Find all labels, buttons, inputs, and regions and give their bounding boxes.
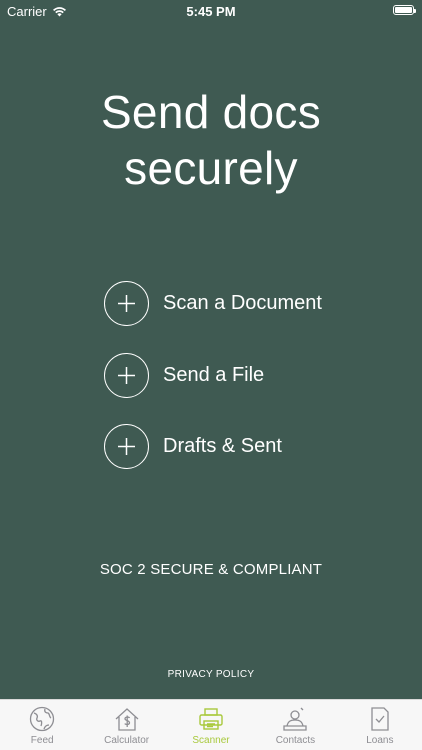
plus-icon[interactable] bbox=[104, 352, 149, 398]
globe-icon bbox=[29, 706, 55, 732]
status-time: 5:45 PM bbox=[186, 4, 236, 19]
tab-scanner-label: Scanner bbox=[192, 735, 230, 746]
printer-icon bbox=[198, 706, 224, 732]
send-file-button[interactable]: Send a File bbox=[104, 352, 322, 399]
battery-fill bbox=[395, 7, 412, 13]
send-file-label: Send a File bbox=[163, 363, 265, 386]
scan-document-button[interactable]: Scan a Document bbox=[104, 280, 322, 327]
tab-scanner[interactable]: Scanner bbox=[169, 700, 253, 750]
battery-icon bbox=[393, 5, 416, 15]
page-title-line-1: Send docs bbox=[100, 86, 322, 138]
tab-calculator-label: Calculator bbox=[104, 735, 150, 746]
contact-person-icon bbox=[282, 706, 308, 732]
tab-calculator[interactable]: Calculator bbox=[84, 700, 168, 750]
action-list: Scan a Document Send a File Drafts & Sen… bbox=[104, 280, 322, 495]
status-bar: Carrier 5:45 PM bbox=[0, 0, 422, 22]
scan-document-label: Scan a Document bbox=[163, 292, 322, 314]
plus-icon[interactable] bbox=[104, 424, 149, 469]
drafts-sent-button[interactable]: Drafts & Sent bbox=[104, 423, 322, 470]
privacy-policy-link[interactable]: PRIVACY POLICY bbox=[0, 669, 422, 680]
tab-loans-label: Loans bbox=[366, 735, 394, 746]
tab-contacts[interactable]: Contacts bbox=[253, 700, 337, 750]
house-dollar-icon bbox=[114, 706, 140, 732]
tab-bar: Feed Calculator Scanner Contacts Loans bbox=[0, 699, 422, 750]
plus-icon[interactable] bbox=[104, 281, 149, 326]
page-title: Send docs securely bbox=[0, 84, 422, 196]
page-title-line-2: securely bbox=[124, 142, 298, 194]
tab-feed-label: Feed bbox=[30, 735, 54, 746]
tab-feed[interactable]: Feed bbox=[0, 700, 84, 750]
tab-loans[interactable]: Loans bbox=[338, 700, 422, 750]
drafts-sent-label: Drafts & Sent bbox=[163, 435, 282, 457]
tab-contacts-label: Contacts bbox=[275, 735, 316, 746]
document-check-icon bbox=[367, 706, 393, 732]
compliance-text: SOC 2 SECURE & COMPLIANT bbox=[99, 561, 323, 578]
